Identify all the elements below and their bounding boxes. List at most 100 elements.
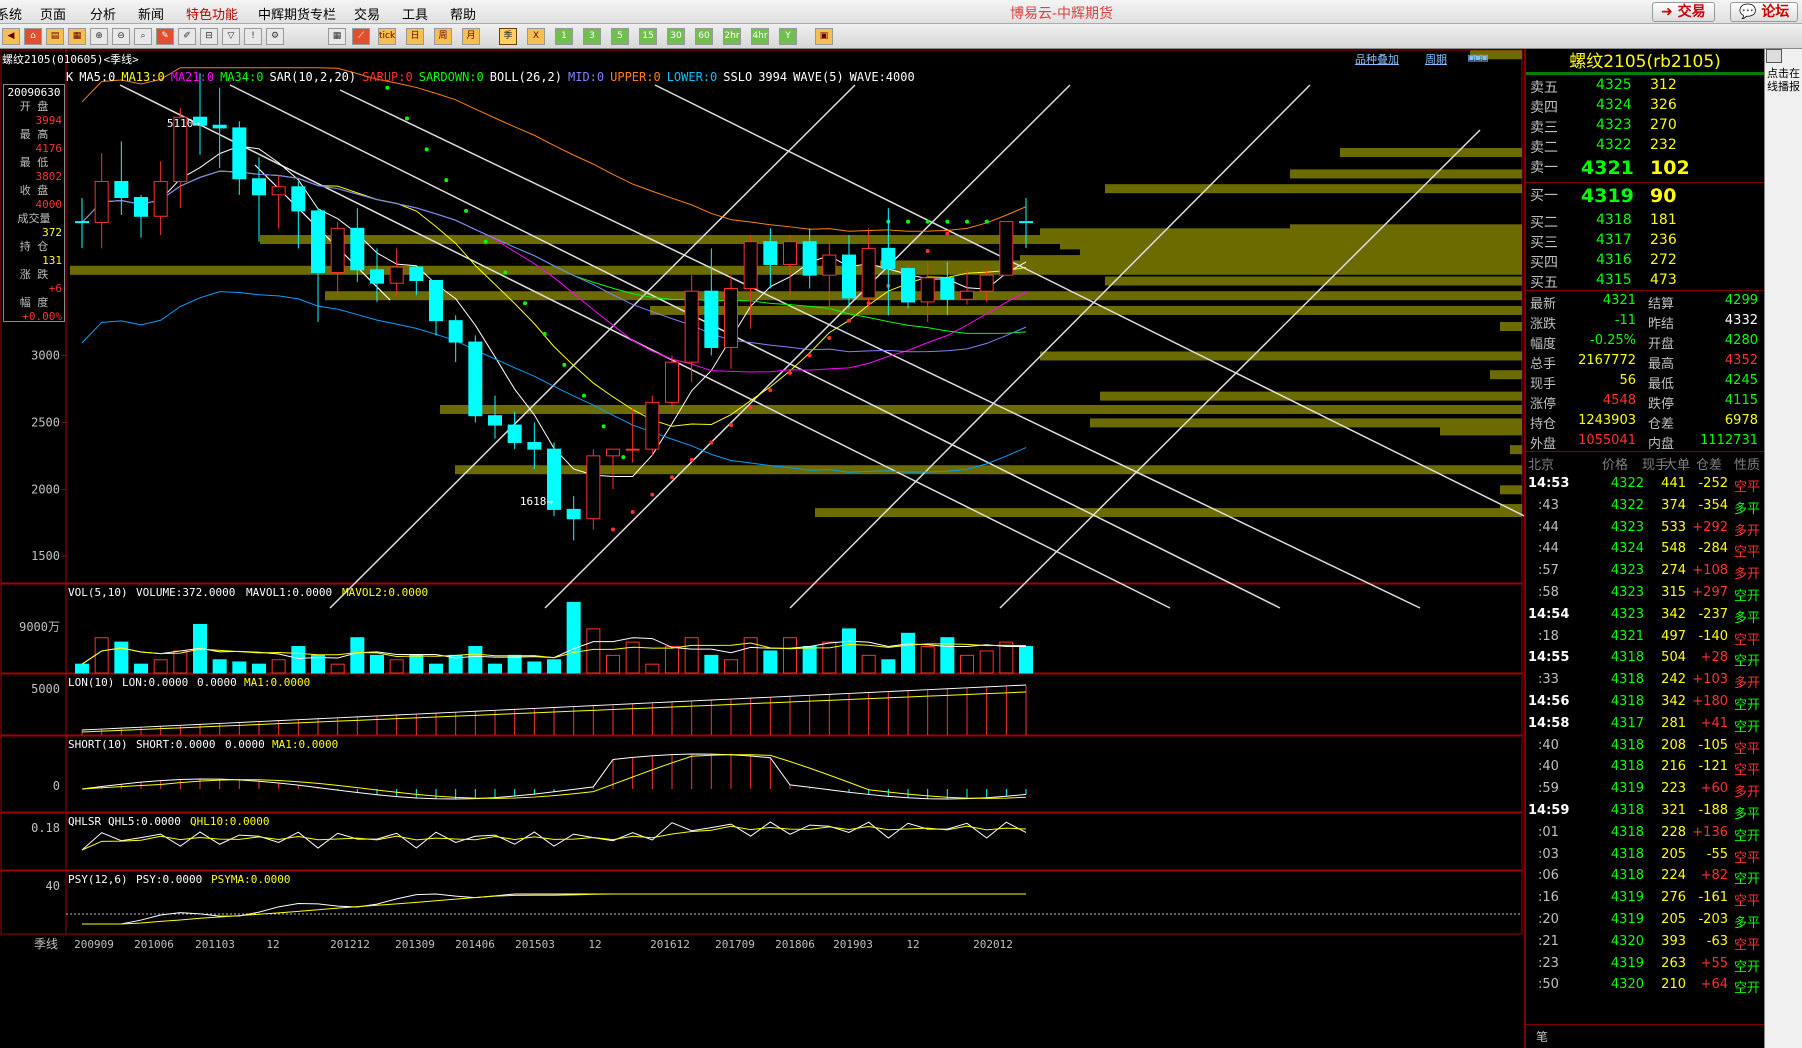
forum-button[interactable]: 💬 论坛 xyxy=(1730,2,1799,22)
main-chart-svg[interactable]: 350030002500200015005110→1618→VOL(5,10)V… xyxy=(0,49,1524,1048)
tick-row[interactable]: :20 4319 205 -203 多平 xyxy=(1526,909,1764,931)
broadcast-link[interactable]: 点击在线播报 xyxy=(1767,67,1801,93)
tick-row[interactable]: 14:56 4318 342 +180 空开 xyxy=(1526,691,1764,713)
zoom-in-icon[interactable]: ⊕ xyxy=(90,28,108,45)
menu-page[interactable]: 页面 xyxy=(40,4,66,23)
y-button[interactable]: Y xyxy=(779,28,797,45)
min15-button[interactable]: 15 xyxy=(639,28,657,45)
book-row[interactable]: 买五 4315 473 xyxy=(1526,270,1764,291)
home-icon[interactable]: ⌂ xyxy=(24,28,42,45)
tick-row[interactable]: 14:54 4323 342 -237 多平 xyxy=(1526,604,1764,626)
x-button[interactable]: X xyxy=(527,28,545,45)
tick-row[interactable]: :43 4322 374 -354 多平 xyxy=(1526,495,1764,517)
book-row[interactable]: 买一 4319 90 xyxy=(1526,183,1764,210)
tick-d: +28 xyxy=(1700,650,1728,666)
week-button[interactable]: 周 xyxy=(434,28,452,45)
book-row[interactable]: 卖一 4321 102 xyxy=(1526,155,1764,182)
tick-row[interactable]: :58 4323 315 +297 空开 xyxy=(1526,582,1764,604)
min60-button[interactable]: 60 xyxy=(695,28,713,45)
menu-bar: 系统 页面 分析 新闻 特色功能 中辉期货专栏 交易 工具 帮助 博易云-中辉期… xyxy=(0,0,1802,24)
tick-row[interactable]: 14:55 4318 504 +28 空开 xyxy=(1526,647,1764,669)
menu-trade[interactable]: 交易 xyxy=(354,4,380,23)
tick-row[interactable]: :33 4318 242 +103 多开 xyxy=(1526,669,1764,691)
candle-body xyxy=(842,254,856,299)
tick-row[interactable]: :40 4318 208 -105 空平 xyxy=(1526,735,1764,757)
tick-row[interactable]: 14:59 4318 321 -188 多平 xyxy=(1526,800,1764,822)
trade-button[interactable]: ➜ 交易 xyxy=(1652,2,1715,22)
main-indicator-line: K MA5:0 MA13:0 MA21:0 MA34:0 SAR(10,2,20) SARU… xyxy=(66,70,921,84)
tick-row[interactable]: :23 4319 263 +55 空开 xyxy=(1526,953,1764,975)
menu-news[interactable]: 新闻 xyxy=(138,4,164,23)
tick-row[interactable]: 14:58 4317 281 +41 空开 xyxy=(1526,713,1764,735)
menu-help[interactable]: 帮助 xyxy=(450,4,476,23)
quarter-button[interactable]: 季 xyxy=(499,28,517,45)
time-axis-label: 201903 xyxy=(833,938,873,951)
footer-tab[interactable]: 笔 xyxy=(1536,1028,1548,1045)
tick-t: :03 xyxy=(1538,846,1559,862)
chart-area[interactable]: 350030002500200015005110→1618→VOL(5,10)V… xyxy=(0,49,1524,1048)
tick-row[interactable]: :50 4320 210 +64 空开 xyxy=(1526,974,1764,996)
settings-icon[interactable]: ⚙ xyxy=(266,28,284,45)
tick-row[interactable]: :16 4319 276 -161 空平 xyxy=(1526,887,1764,909)
book-row[interactable]: 卖四 4324 326 xyxy=(1526,95,1764,116)
min30-button[interactable]: 30 xyxy=(667,28,685,45)
day-button[interactable]: 日 xyxy=(406,28,424,45)
menu-zhonghui-column[interactable]: 中辉期货专栏 xyxy=(258,4,336,23)
draw-icon[interactable]: ✎ xyxy=(156,28,174,45)
tick-row[interactable]: :03 4318 205 -55 空平 xyxy=(1526,844,1764,866)
back-icon[interactable]: ◀ xyxy=(2,28,20,45)
menu-tools[interactable]: 工具 xyxy=(402,4,428,23)
menu-system[interactable]: 系统 xyxy=(0,4,22,23)
stat-row: 涨跌 -11 昨结 4332 xyxy=(1526,311,1764,332)
book-row[interactable]: 卖五 4325 312 xyxy=(1526,75,1764,96)
book-row[interactable]: 买四 4316 272 xyxy=(1526,250,1764,271)
book-row[interactable]: 卖三 4323 270 xyxy=(1526,115,1764,136)
overlay-link[interactable]: 品种叠加 xyxy=(1355,51,1399,67)
tick-row[interactable]: 14:53 4322 441 -252 空平 xyxy=(1526,473,1764,495)
sar-dot xyxy=(601,424,606,429)
alert-icon[interactable]: ! xyxy=(244,28,262,45)
search-icon[interactable]: ⌕ xyxy=(134,28,152,45)
tick-row[interactable]: :59 4319 223 +60 多开 xyxy=(1526,778,1764,800)
pen-icon[interactable]: ✐ xyxy=(178,28,196,45)
tick-row[interactable]: :06 4318 224 +82 空开 xyxy=(1526,865,1764,887)
bookmark-icon[interactable]: ⊟ xyxy=(200,28,218,45)
tick-row[interactable]: :01 4318 228 +136 空开 xyxy=(1526,822,1764,844)
book-row[interactable]: 卖二 4322 232 xyxy=(1526,135,1764,156)
period-link[interactable]: 周期 xyxy=(1425,51,1447,67)
line-chart-icon[interactable]: ⟋ xyxy=(352,28,370,45)
tick-list[interactable]: 14:53 4322 441 -252 空平:43 4322 374 -354 多平:44 432… xyxy=(1526,473,1764,996)
restore-icon[interactable] xyxy=(1766,49,1782,63)
volume-bar xyxy=(153,659,168,674)
subpanel-label: MA1:0.0000 xyxy=(244,676,310,689)
tick-row[interactable]: :21 4320 393 -63 空平 xyxy=(1526,931,1764,953)
grid-icon[interactable]: ▣ xyxy=(815,28,833,45)
hr2-button[interactable]: 2hr xyxy=(723,28,741,45)
tick-row[interactable]: :57 4323 274 +108 多开 xyxy=(1526,560,1764,582)
trend-line xyxy=(119,84,1171,609)
book-row[interactable]: 买三 4317 236 xyxy=(1526,230,1764,251)
menu-features[interactable]: 特色功能 xyxy=(186,4,238,23)
tick-row[interactable]: :44 4323 533 +292 多开 xyxy=(1526,517,1764,539)
tick-row[interactable]: :44 4324 548 -284 空平 xyxy=(1526,538,1764,560)
zoom-out-icon[interactable]: ⊖ xyxy=(112,28,130,45)
min3-button[interactable]: 3 xyxy=(583,28,601,45)
hr4-button[interactable]: 4hr xyxy=(751,28,769,45)
tick-row[interactable]: :40 4318 216 -121 空平 xyxy=(1526,756,1764,778)
chart-icon[interactable]: ▦ xyxy=(68,28,86,45)
book-row[interactable]: 买二 4318 181 xyxy=(1526,210,1764,231)
min1-button[interactable]: 1 xyxy=(555,28,573,45)
min5-button[interactable]: 5 xyxy=(611,28,629,45)
table-icon[interactable]: ▦ xyxy=(328,28,346,45)
tick-row[interactable]: :18 4321 497 -140 空平 xyxy=(1526,626,1764,648)
filter-icon[interactable]: ▽ xyxy=(222,28,240,45)
menu-analysis[interactable]: 分析 xyxy=(90,4,116,23)
info-close: 4000 xyxy=(35,198,63,211)
stack-icon[interactable]: ▤ xyxy=(46,28,64,45)
tick-button[interactable]: tick xyxy=(378,28,396,45)
time-axis-label: 201406 xyxy=(455,938,495,951)
month-button[interactable]: 月 xyxy=(462,28,480,45)
volume-bar xyxy=(979,650,994,674)
tick-t: 14:56 xyxy=(1528,693,1570,709)
layout-toggle-icon[interactable]: ▣▣▣ xyxy=(1468,51,1488,64)
